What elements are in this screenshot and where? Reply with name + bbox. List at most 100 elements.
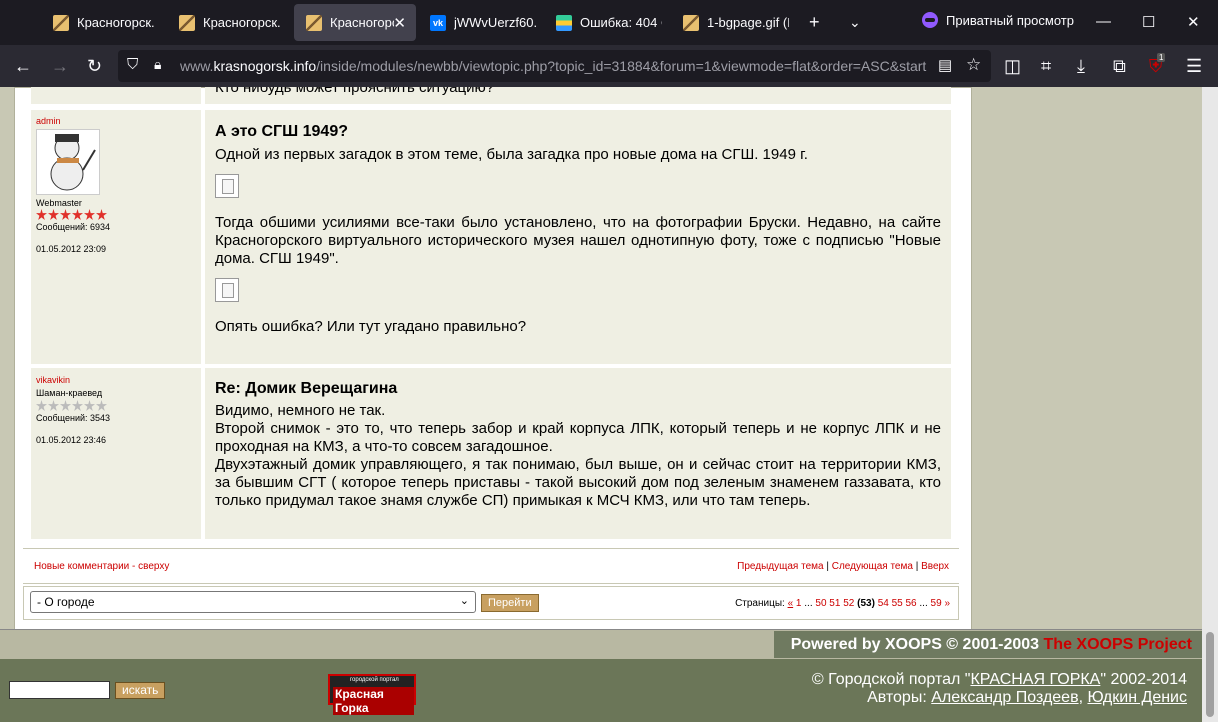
- author-panel: vikavikin Шаман-краевед Сообщений: 3543 …: [31, 368, 201, 539]
- shield-icon[interactable]: ⛉: [127, 56, 138, 73]
- prev-page-link[interactable]: «: [788, 598, 794, 609]
- post-text: Видимо, немного не так.: [215, 402, 386, 419]
- extension-badge: 1: [1157, 53, 1166, 62]
- star-icon: [72, 400, 83, 411]
- star-icon: [96, 400, 107, 411]
- search-input[interactable]: [9, 681, 110, 699]
- page-link[interactable]: 56: [906, 598, 917, 609]
- author-name-link[interactable]: admin: [36, 116, 196, 126]
- author-panel: [31, 87, 201, 104]
- url-text[interactable]: www.krasnogorsk.info/inside/modules/newb…: [180, 58, 932, 74]
- page-scrollbar[interactable]: [1202, 87, 1218, 722]
- post-text: Второй снимок - это то, что теперь забор…: [215, 420, 941, 455]
- forum-select[interactable]: - О городе ⌄: [30, 591, 476, 613]
- chevron-down-icon: ⌄: [459, 595, 469, 607]
- menu-hamburger-icon[interactable]: ☰: [1186, 56, 1202, 76]
- reload-icon[interactable]: ↻: [87, 56, 102, 76]
- site-logo[interactable]: городской портал Красная Горка: [328, 674, 416, 715]
- site-favicon-icon: [53, 14, 69, 31]
- next-page-link[interactable]: »: [944, 598, 950, 609]
- post-body: А это СГШ 1949? Одной из первых загадок …: [205, 110, 951, 364]
- logo-title: Красная Горка: [333, 687, 414, 715]
- browser-tab[interactable]: vk jWWvUerzf60.jp: [418, 4, 540, 41]
- close-window-icon[interactable]: ✕: [1187, 13, 1200, 31]
- lock-icon[interactable]: 🔒︎: [154, 56, 161, 73]
- post-text: Тогда обшими усилиями все-таки было уста…: [215, 214, 941, 267]
- page-link[interactable]: 1: [796, 598, 802, 609]
- topic-links-bar: Новые комментарии - сверху Предыдущая те…: [23, 548, 959, 584]
- rank-stars: [36, 209, 196, 220]
- link-separator: |: [826, 561, 829, 572]
- site-favicon-icon: [306, 14, 322, 31]
- portal-link[interactable]: КРАСНАЯ ГОРКА: [970, 671, 1100, 688]
- extensions-icon[interactable]: ⧉: [1113, 56, 1126, 76]
- reader-view-icon[interactable]: ▤: [938, 56, 952, 74]
- page-link[interactable]: 55: [892, 598, 903, 609]
- next-topic-link[interactable]: Следующая тема: [832, 561, 913, 572]
- star-icon: [48, 209, 59, 220]
- author-message-count: Сообщений: 3543: [36, 413, 111, 423]
- copyright-block: © Городской портал "КРАСНАЯ ГОРКА" 2002-…: [812, 671, 1187, 707]
- forward-arrow-icon[interactable]: →: [51, 56, 69, 76]
- xoops-project-link[interactable]: The XOOPS Project: [1044, 636, 1192, 653]
- scrollbar-thumb[interactable]: [1206, 632, 1214, 717]
- star-icon: [36, 209, 47, 220]
- tab-label: jWWvUerzf60.jp: [454, 15, 536, 30]
- page-link[interactable]: 50: [815, 598, 826, 609]
- page-link[interactable]: 52: [843, 598, 854, 609]
- broken-image-icon[interactable]: [215, 174, 239, 198]
- forum-post: admin Webmaster Сообщений: 6934 01.05.20…: [31, 110, 951, 364]
- forum-topic-frame: Кто нибудь может прояснить ситуацию? adm…: [14, 87, 972, 630]
- authors-line: Авторы: Александр Поздеев, Юдкин Денис: [867, 689, 1187, 706]
- prev-topic-link[interactable]: Предыдущая тема: [737, 561, 823, 572]
- close-tab-icon[interactable]: ✕: [393, 14, 406, 32]
- page-link[interactable]: 59: [931, 598, 942, 609]
- maximize-window-icon[interactable]: ☐: [1142, 13, 1155, 31]
- post-date: 01.05.2012 23:09: [36, 244, 107, 254]
- downloads-icon[interactable]: ⤓: [1077, 56, 1085, 76]
- author-panel: admin Webmaster Сообщений: 6934 01.05.20…: [31, 110, 201, 364]
- new-comments-link[interactable]: Новые комментарии - сверху: [34, 561, 169, 572]
- tab-list-chevron-down-icon[interactable]: ⌄: [849, 13, 861, 31]
- browser-tab-active[interactable]: Красногорск ✕: [294, 4, 416, 41]
- star-icon: [60, 400, 71, 411]
- browser-tab[interactable]: Ошибка: 404 С: [544, 4, 666, 41]
- screenshot-icon[interactable]: ⌗: [1041, 56, 1051, 76]
- tab-label: Красногорск: [330, 15, 394, 30]
- author-rank: Шаман-краевед: [36, 388, 103, 398]
- site-favicon-icon: [683, 14, 699, 31]
- pagination: Страницы: « 1 ... 50 51 52 (53) 54 55 56…: [735, 598, 950, 609]
- star-icon: [36, 400, 47, 411]
- pages-ellipsis: ...: [804, 598, 813, 609]
- browser-tab[interactable]: 1-bgpage.gif (И: [671, 4, 793, 41]
- search-button[interactable]: искать: [115, 682, 166, 699]
- star-icon: [72, 209, 83, 220]
- author-link[interactable]: Юдкин Денис: [1087, 689, 1187, 706]
- map-favicon-icon: [556, 14, 572, 31]
- new-tab-plus-icon[interactable]: +: [809, 13, 820, 31]
- powered-by-label: Powered by XOOPS © 2001-2003: [790, 636, 1040, 653]
- tab-label: Ошибка: 404 С: [580, 15, 662, 30]
- sidebar-icon[interactable]: ◫: [1004, 56, 1021, 76]
- author-message-count: Сообщений: 6934: [36, 222, 111, 232]
- forum-nav-bar: - О городе ⌄ Перейти Страницы: « 1 ... 5…: [23, 586, 959, 620]
- minimize-window-icon[interactable]: —: [1096, 13, 1111, 30]
- forum-select-value: - О городе: [37, 595, 95, 609]
- forum-post: vikavikin Шаман-краевед Сообщений: 3543 …: [31, 368, 951, 539]
- browser-tab[interactable]: Красногорск. Г: [167, 4, 289, 41]
- author-name-link[interactable]: vikavikin: [36, 375, 196, 385]
- previous-post-tail: Кто нибудь может прояснить ситуацию?: [31, 87, 951, 104]
- author-link[interactable]: Александр Поздеев: [931, 689, 1078, 706]
- go-button[interactable]: Перейти: [481, 594, 539, 612]
- address-bar[interactable]: ⛉ 🔒︎ www.krasnogorsk.info/inside/modules…: [118, 50, 991, 82]
- broken-image-icon[interactable]: [215, 278, 239, 302]
- browser-tab[interactable]: Красногорск. Г: [41, 4, 163, 41]
- post-title: Re: Домик Верещагина: [215, 380, 398, 397]
- up-link[interactable]: Вверх: [921, 561, 949, 572]
- page-link[interactable]: 54: [878, 598, 889, 609]
- bookmark-star-icon[interactable]: ☆: [966, 55, 981, 75]
- browser-toolbar: ← → ↻ ⛉ 🔒︎ www.krasnogorsk.info/inside/m…: [0, 45, 1218, 87]
- back-arrow-icon[interactable]: ←: [14, 56, 32, 76]
- post-title: А это СГШ 1949?: [215, 123, 348, 140]
- page-link[interactable]: 51: [829, 598, 840, 609]
